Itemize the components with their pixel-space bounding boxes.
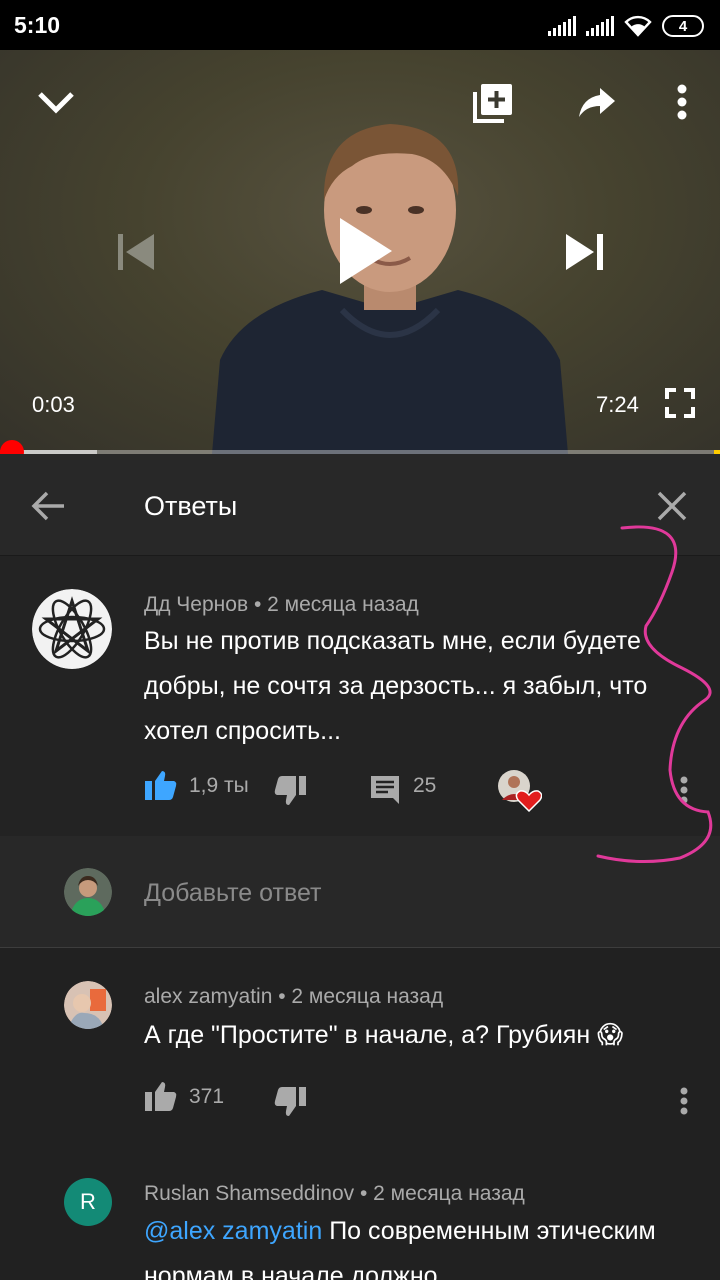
back-arrow-icon[interactable] bbox=[30, 490, 66, 522]
replies-header: Ответы bbox=[0, 454, 720, 556]
reply-author-avatar[interactable] bbox=[64, 981, 112, 1029]
video-current-time: 0:03 bbox=[32, 392, 75, 417]
reply-author-avatar[interactable]: R bbox=[64, 1178, 112, 1226]
like-count: 1,9 ты bbox=[189, 774, 249, 797]
main-comment: Дд Чернов • 2 месяца назад Вы не против … bbox=[0, 556, 720, 836]
dislike-icon[interactable] bbox=[274, 1087, 306, 1117]
reply-count: 25 bbox=[413, 774, 437, 797]
status-time: 5:10 bbox=[14, 12, 61, 38]
like-count: 371 bbox=[189, 1085, 225, 1108]
more-vert-icon[interactable] bbox=[676, 84, 688, 120]
reply-meta: Ruslan Shamseddinov • 2 месяца назад bbox=[144, 1182, 525, 1205]
reply-item: alex zamyatin • 2 месяца назад А где "Пр… bbox=[0, 948, 720, 1128]
signal-icon-2 bbox=[586, 16, 614, 36]
reply-author[interactable]: Ruslan Shamseddinov bbox=[144, 1182, 354, 1205]
comment-more-icon[interactable] bbox=[680, 776, 688, 804]
reply-text: А где "Простите" в начале, а? Грубиян 😱 bbox=[144, 1021, 624, 1049]
my-avatar bbox=[64, 868, 112, 916]
reply-more-icon[interactable] bbox=[680, 1087, 688, 1115]
share-icon[interactable] bbox=[578, 86, 616, 118]
comment-author[interactable]: Дд Чернов bbox=[144, 593, 248, 616]
next-icon[interactable] bbox=[566, 234, 606, 270]
video-duration: 7:24 bbox=[596, 392, 639, 417]
video-player[interactable]: 0:03 7:24 bbox=[0, 50, 720, 454]
reply-item: R Ruslan Shamseddinov • 2 месяца назад @… bbox=[0, 1128, 720, 1280]
reply-age: 2 месяца назад bbox=[291, 985, 444, 1008]
status-icons: 4 bbox=[548, 13, 704, 39]
previous-icon[interactable] bbox=[116, 234, 156, 270]
dislike-icon[interactable] bbox=[274, 776, 306, 806]
comment-meta: Дд Чернов • 2 месяца назад bbox=[144, 593, 419, 616]
play-icon[interactable] bbox=[338, 218, 394, 284]
comment-age: 2 месяца назад bbox=[267, 593, 419, 616]
reply-meta: alex zamyatin • 2 месяца назад bbox=[144, 985, 444, 1008]
replies-title: Ответы bbox=[144, 491, 238, 521]
reply-age: 2 месяца назад bbox=[373, 1182, 525, 1205]
add-reply-input[interactable]: Добавьте ответ bbox=[144, 879, 321, 908]
creator-heart-icon bbox=[498, 770, 542, 812]
comment-text: Вы не против подсказать мне, если будете… bbox=[144, 627, 648, 745]
wifi-icon bbox=[624, 15, 652, 37]
minimize-chevron-icon[interactable] bbox=[36, 86, 76, 116]
reply-icon[interactable] bbox=[371, 776, 399, 804]
author-avatar[interactable] bbox=[32, 589, 112, 669]
signal-icon bbox=[548, 16, 576, 36]
battery-icon: 4 bbox=[662, 15, 704, 37]
add-to-playlist-icon[interactable] bbox=[472, 82, 514, 124]
add-reply-row[interactable]: Добавьте ответ bbox=[0, 836, 720, 948]
like-icon[interactable] bbox=[145, 770, 177, 800]
reply-text: @alex zamyatin По современным этическим … bbox=[144, 1209, 664, 1280]
like-icon[interactable] bbox=[145, 1081, 177, 1111]
fullscreen-icon[interactable] bbox=[665, 388, 695, 418]
mention-link[interactable]: @alex zamyatin bbox=[144, 1217, 322, 1245]
status-bar: 5:10 4 bbox=[0, 0, 720, 50]
close-icon[interactable] bbox=[657, 491, 687, 521]
reply-author[interactable]: alex zamyatin bbox=[144, 985, 272, 1008]
